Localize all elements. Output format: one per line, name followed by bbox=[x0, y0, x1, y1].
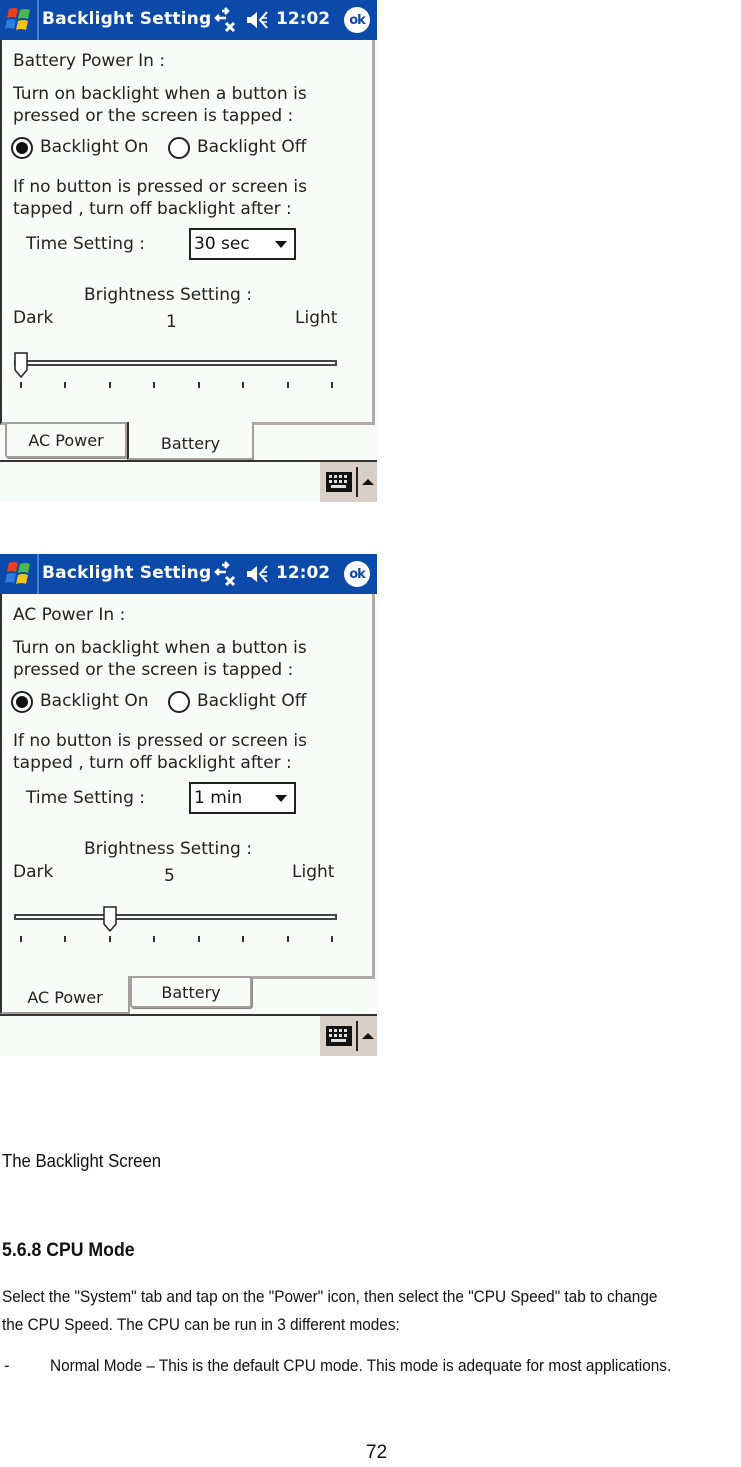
page-number: 72 bbox=[366, 1442, 388, 1463]
slider-tick bbox=[197, 936, 200, 942]
app-title: Backlight Setting bbox=[42, 563, 212, 583]
slider-tick bbox=[331, 936, 333, 942]
turn-off-text-line1: If no button is pressed or screen is bbox=[13, 177, 307, 197]
turn-on-text-line2: pressed or the screen is tapped : bbox=[13, 106, 294, 126]
tab-ac-power[interactable]: AC Power bbox=[0, 976, 130, 1014]
clock[interactable]: 12:02 bbox=[276, 563, 330, 583]
time-setting-label: Time Setting : bbox=[26, 788, 146, 808]
time-setting-value: 30 sec bbox=[194, 234, 250, 254]
slider-tick bbox=[20, 936, 22, 942]
slider-tick bbox=[64, 382, 67, 388]
ok-button[interactable]: ok bbox=[344, 7, 370, 33]
light-label: Light bbox=[295, 308, 338, 328]
tab-battery[interactable]: Battery bbox=[127, 422, 254, 460]
slider-tick bbox=[153, 936, 156, 942]
slider-tick bbox=[153, 382, 156, 388]
section-title: Battery Power In : bbox=[13, 51, 166, 71]
section-heading: 5.6.8 CPU Mode bbox=[2, 1240, 135, 1261]
screenshot-ac-power: Backlight Setting 12:02 ok AC Power In :… bbox=[0, 554, 377, 1056]
time-setting-dropdown[interactable]: 1 min bbox=[189, 782, 296, 814]
bullet-marker: - bbox=[4, 1357, 10, 1375]
slider-tick bbox=[20, 382, 22, 388]
time-setting-label: Time Setting : bbox=[26, 234, 146, 254]
slider-tick bbox=[286, 382, 289, 388]
input-panel-button[interactable] bbox=[320, 1016, 377, 1056]
sip-up-arrow-icon[interactable] bbox=[362, 479, 374, 485]
chevron-down-icon bbox=[275, 795, 287, 802]
slider-tick bbox=[331, 382, 333, 388]
menu-bar bbox=[0, 462, 377, 502]
brightness-value: 5 bbox=[164, 866, 175, 886]
light-label: Light bbox=[292, 862, 335, 882]
figure-caption: The Backlight Screen bbox=[2, 1151, 162, 1171]
backlight-on-radio[interactable] bbox=[11, 691, 33, 713]
tab-battery[interactable]: Battery bbox=[130, 976, 252, 1008]
backlight-off-label[interactable]: Backlight Off bbox=[197, 691, 306, 711]
slider-tick bbox=[286, 936, 289, 942]
time-setting-dropdown[interactable]: 30 sec bbox=[189, 228, 296, 260]
turn-on-text-line2: pressed or the screen is tapped : bbox=[13, 660, 294, 680]
windows-start-icon bbox=[4, 8, 30, 30]
sip-divider bbox=[356, 467, 358, 497]
windows-start-icon bbox=[4, 562, 30, 584]
settings-panel: Battery Power In : Turn on backlight whe… bbox=[0, 40, 375, 425]
section-title: AC Power In : bbox=[13, 605, 126, 625]
slider-thumb[interactable] bbox=[14, 352, 28, 378]
paragraph-line-2: the CPU Speed. The CPU can be run in 3 d… bbox=[2, 1316, 400, 1334]
turn-on-text-line1: Turn on backlight when a button is bbox=[13, 84, 307, 104]
chevron-down-icon bbox=[275, 241, 287, 248]
start-button[interactable] bbox=[0, 0, 39, 40]
sip-divider bbox=[356, 1021, 358, 1051]
menu-bar bbox=[0, 1016, 377, 1056]
settings-panel: AC Power In : Turn on backlight when a b… bbox=[0, 594, 375, 979]
backlight-on-label[interactable]: Backlight On bbox=[40, 137, 149, 157]
slider-tick bbox=[108, 382, 111, 388]
volume-icon[interactable] bbox=[245, 9, 269, 31]
screenshot-battery: Backlight Setting 12:02 ok Battery Power… bbox=[0, 0, 377, 502]
ok-button[interactable]: ok bbox=[344, 561, 370, 587]
dark-label: Dark bbox=[13, 862, 54, 882]
turn-off-text-line1: If no button is pressed or screen is bbox=[13, 731, 307, 751]
turn-off-text-line2: tapped , turn off backlight after : bbox=[13, 199, 292, 219]
start-button[interactable] bbox=[0, 554, 39, 594]
tab-ac-power[interactable]: AC Power bbox=[5, 422, 127, 458]
bullet-item: Normal Mode – This is the default CPU mo… bbox=[50, 1357, 672, 1375]
input-panel-button[interactable] bbox=[320, 462, 377, 502]
clock[interactable]: 12:02 bbox=[276, 9, 330, 29]
keyboard-icon bbox=[326, 472, 352, 492]
slider-tick bbox=[197, 382, 200, 388]
brightness-label: Brightness Setting : bbox=[84, 839, 252, 859]
backlight-on-label[interactable]: Backlight On bbox=[40, 691, 149, 711]
slider-track[interactable] bbox=[14, 914, 337, 920]
connectivity-icon[interactable] bbox=[212, 561, 236, 587]
slider-thumb[interactable] bbox=[103, 906, 117, 932]
brightness-value: 1 bbox=[166, 312, 177, 332]
backlight-on-radio[interactable] bbox=[11, 137, 33, 159]
slider-track[interactable] bbox=[14, 360, 337, 366]
paragraph-line-1: Select the "System" tab and tap on the "… bbox=[2, 1288, 658, 1306]
tab-bar: AC Power Battery bbox=[0, 976, 377, 1016]
turn-off-text-line2: tapped , turn off backlight after : bbox=[13, 753, 292, 773]
volume-icon[interactable] bbox=[245, 563, 269, 585]
backlight-off-label[interactable]: Backlight Off bbox=[197, 137, 306, 157]
brightness-slider[interactable] bbox=[14, 352, 338, 392]
sip-up-arrow-icon[interactable] bbox=[362, 1033, 374, 1039]
dark-label: Dark bbox=[13, 308, 54, 328]
slider-tick bbox=[242, 936, 245, 942]
keyboard-icon bbox=[326, 1026, 352, 1046]
connectivity-icon[interactable] bbox=[212, 7, 236, 33]
title-bar: Backlight Setting 12:02 ok bbox=[0, 0, 377, 40]
backlight-off-radio[interactable] bbox=[168, 137, 190, 159]
brightness-label: Brightness Setting : bbox=[84, 285, 252, 305]
turn-on-text-line1: Turn on backlight when a button is bbox=[13, 638, 307, 658]
slider-tick bbox=[108, 936, 111, 942]
slider-tick bbox=[242, 382, 245, 388]
brightness-slider[interactable] bbox=[14, 906, 338, 946]
app-title: Backlight Setting bbox=[42, 9, 212, 29]
time-setting-value: 1 min bbox=[194, 788, 243, 808]
title-bar: Backlight Setting 12:02 ok bbox=[0, 554, 377, 594]
slider-tick bbox=[64, 936, 67, 942]
tab-bar: AC Power Battery bbox=[0, 422, 377, 462]
backlight-off-radio[interactable] bbox=[168, 691, 190, 713]
